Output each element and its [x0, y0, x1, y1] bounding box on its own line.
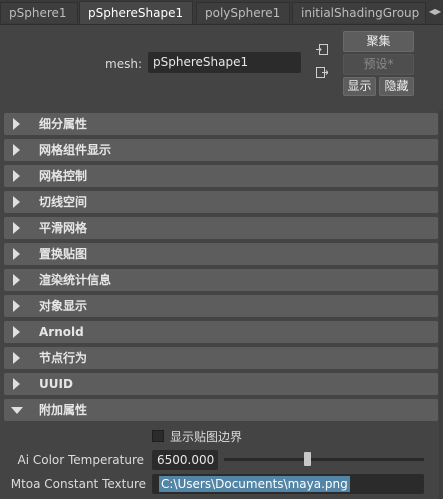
- presets-button[interactable]: 预设*: [343, 54, 414, 75]
- collapse-arrow-icon: [13, 248, 20, 260]
- mtoa-constant-texture-value: C:\Users\Documents\maya.png: [159, 476, 350, 492]
- section-label: 节点行为: [39, 351, 88, 365]
- collapse-arrow-icon: [13, 274, 20, 286]
- input-connection-icon[interactable]: [316, 44, 328, 55]
- section-label: 对象显示: [39, 299, 88, 313]
- section-label: 渲染统计信息: [39, 273, 112, 287]
- show-button[interactable]: 显示: [343, 77, 376, 96]
- section-label: Arnold: [39, 325, 84, 339]
- ai-color-temperature-field[interactable]: 6500.000: [152, 450, 218, 470]
- section-render-stats[interactable]: 渲染统计信息: [4, 269, 438, 291]
- tab-right-arrow-icon[interactable]: ▶: [435, 7, 441, 16]
- tab-bar: pSphere1 pSphereShape1 polySphere1 initi…: [0, 0, 443, 25]
- tab-psphere1[interactable]: pSphere1: [0, 2, 78, 23]
- tab-scroll-arrows[interactable]: ◀▶: [427, 2, 443, 22]
- collapse-arrow-icon: [13, 326, 20, 338]
- mtoa-constant-texture-field[interactable]: C:\Users\Documents\maya.png: [152, 474, 424, 494]
- section-label: 切线空间: [39, 195, 88, 209]
- hide-button[interactable]: 隐藏: [379, 77, 414, 96]
- section-label: UUID: [39, 377, 73, 391]
- section-arnold[interactable]: Arnold: [4, 321, 438, 343]
- section-mesh-component-display[interactable]: 网格组件显示: [4, 139, 438, 161]
- section-label: 细分属性: [39, 117, 88, 131]
- collapse-arrow-icon: [13, 196, 20, 208]
- tab-psphereshape1[interactable]: pSphereShape1: [79, 1, 193, 24]
- mesh-name-field[interactable]: pSphereShape1: [148, 52, 301, 73]
- collapse-arrow-icon: [13, 300, 20, 312]
- ai-color-temperature-slider-handle[interactable]: [304, 452, 311, 466]
- tab-initialshadinggroup[interactable]: initialShadingGroup: [292, 2, 426, 23]
- collapse-arrow-icon: [13, 118, 20, 130]
- section-subdivision-attributes[interactable]: 细分属性: [4, 113, 438, 135]
- section-displacement-map[interactable]: 置换贴图: [4, 243, 438, 265]
- section-extra-attributes[interactable]: 附加属性: [4, 399, 438, 421]
- show-map-border-label: 显示贴图边界: [170, 430, 243, 444]
- focus-button[interactable]: 聚集: [343, 31, 414, 52]
- scrollbar[interactable]: [439, 110, 443, 499]
- mesh-label: mesh:: [105, 57, 142, 71]
- section-node-behavior[interactable]: 节点行为: [4, 347, 438, 369]
- section-label: 网格组件显示: [39, 143, 112, 157]
- section-mesh-controls[interactable]: 网格控制: [4, 165, 438, 187]
- ai-color-temperature-slider-track[interactable]: [224, 458, 424, 461]
- collapse-arrow-icon: [13, 144, 20, 156]
- section-label: 网格控制: [39, 169, 88, 183]
- show-map-border-checkbox[interactable]: [152, 430, 164, 442]
- collapse-arrow-icon: [13, 378, 20, 390]
- ai-color-temperature-label: Ai Color Temperature: [17, 453, 144, 467]
- section-object-display[interactable]: 对象显示: [4, 295, 438, 317]
- collapse-arrow-icon: [13, 170, 20, 182]
- section-tangent-space[interactable]: 切线空间: [4, 191, 438, 213]
- output-connection-icon[interactable]: [316, 67, 328, 78]
- section-label: 附加属性: [39, 403, 88, 417]
- section-smooth-mesh[interactable]: 平滑网格: [4, 217, 438, 239]
- collapse-arrow-icon: [13, 352, 20, 364]
- tab-polysphere1[interactable]: polySphere1: [196, 2, 290, 23]
- mtoa-constant-texture-label: Mtoa Constant Texture: [10, 477, 146, 491]
- section-label: 置换贴图: [39, 247, 88, 261]
- section-uuid[interactable]: UUID: [4, 373, 438, 395]
- section-label: 平滑网格: [39, 221, 88, 235]
- collapse-arrow-icon: [13, 222, 20, 234]
- expand-arrow-icon: [11, 407, 23, 414]
